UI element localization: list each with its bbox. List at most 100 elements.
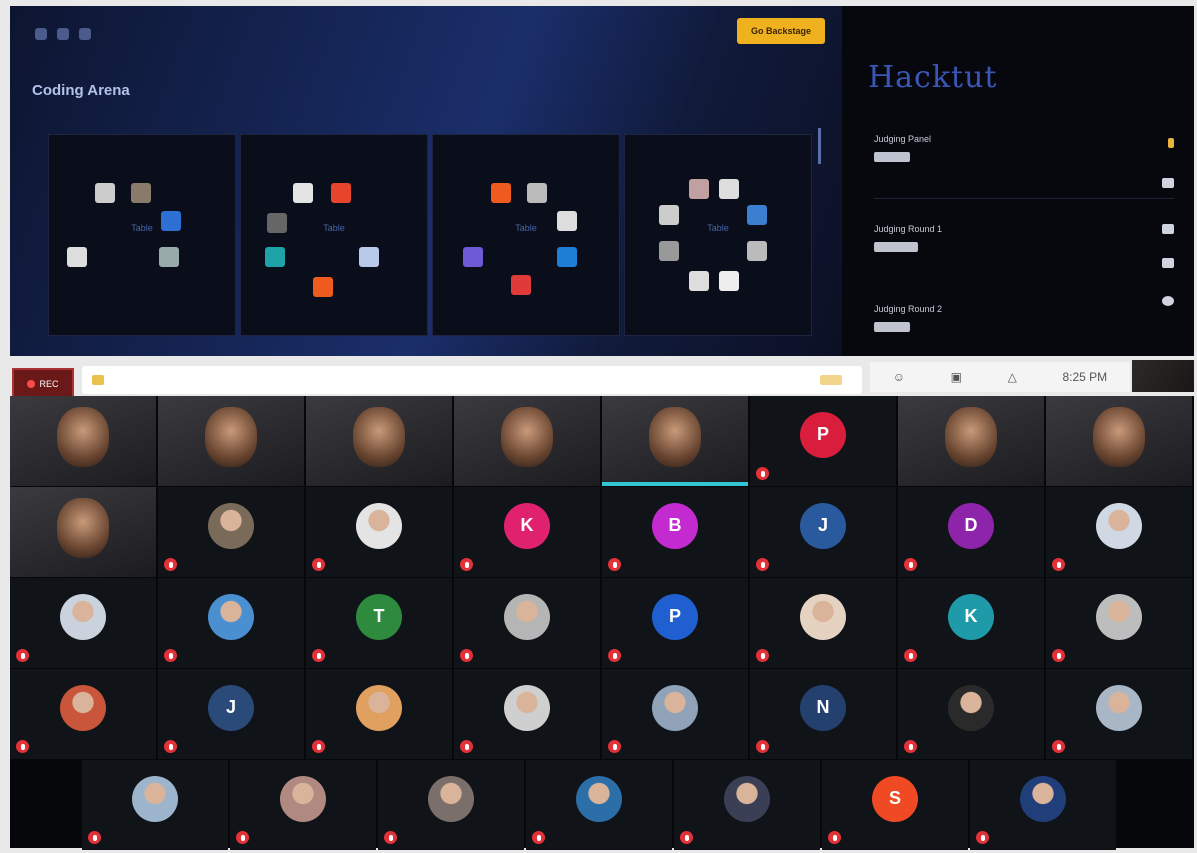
seat-avatar [67, 247, 87, 267]
room-4[interactable]: Table [624, 134, 812, 336]
participant-tile[interactable] [454, 396, 600, 486]
back-icon[interactable] [35, 28, 47, 40]
participant-label [1052, 558, 1188, 571]
status-badge [874, 242, 918, 252]
activities-icon[interactable]: △ [1008, 370, 1017, 384]
participant-tile[interactable]: K [454, 487, 600, 577]
seat-avatar [463, 247, 483, 267]
sidebar-section: Judging Round 1 [874, 224, 943, 234]
help-icon[interactable] [1162, 296, 1174, 306]
participant-tile[interactable] [898, 396, 1044, 486]
avatar [356, 502, 402, 549]
seat-avatar [491, 183, 511, 203]
muted-mic-icon [384, 831, 397, 844]
users-icon[interactable] [1162, 224, 1174, 234]
participant-tile[interactable]: N [750, 669, 896, 759]
participant-tile[interactable]: D [898, 487, 1044, 577]
participant-label [16, 740, 152, 753]
participant-tile[interactable] [602, 669, 748, 759]
room-1[interactable]: Table [48, 134, 236, 336]
seat-avatar [747, 205, 767, 225]
avatar [428, 775, 474, 822]
participant-label [608, 649, 744, 662]
participant-tile[interactable]: B [602, 487, 748, 577]
participant-tile[interactable] [10, 396, 156, 486]
participant-tile[interactable] [306, 396, 452, 486]
muted-mic-icon [680, 831, 693, 844]
participant-tile[interactable] [82, 760, 228, 850]
participant-tile[interactable]: P [602, 578, 748, 668]
participant-tile[interactable] [674, 760, 820, 850]
seat-avatar [557, 247, 577, 267]
participant-label [904, 740, 1040, 753]
participant-tile[interactable] [970, 760, 1116, 850]
participant-label [532, 831, 668, 844]
seat-avatar [159, 247, 179, 267]
participant-tile[interactable] [230, 760, 376, 850]
chat-icon[interactable] [1162, 258, 1174, 268]
participant-tile[interactable] [378, 760, 524, 850]
record-dot-icon [27, 380, 36, 388]
room-2[interactable]: Table [240, 134, 428, 336]
scrollbar-thumb[interactable] [818, 128, 821, 164]
sidebar-section: Judging Round 2 [874, 304, 943, 314]
avatar: P [800, 411, 846, 458]
muted-mic-icon [16, 649, 29, 662]
avatar [208, 502, 254, 549]
participant-tile[interactable] [1046, 487, 1192, 577]
participant-tile[interactable] [10, 669, 156, 759]
go-backstage-button[interactable]: Go Backstage [737, 18, 825, 44]
participant-tile[interactable]: J [158, 669, 304, 759]
menu-icon[interactable] [79, 28, 91, 40]
participant-video [501, 406, 553, 467]
participant-tile[interactable] [1046, 578, 1192, 668]
event-logo: Hacktut [868, 60, 998, 95]
seat-avatar [359, 247, 379, 267]
muted-mic-icon [756, 649, 769, 662]
participant-tile[interactable] [526, 760, 672, 850]
participant-tile[interactable] [10, 487, 156, 577]
participant-tile[interactable] [306, 487, 452, 577]
participant-label [608, 558, 744, 571]
chat-icon[interactable]: ▣ [951, 370, 962, 384]
participant-tile[interactable] [158, 396, 304, 486]
room-3[interactable]: Table [432, 134, 620, 336]
shield-icon[interactable] [1162, 178, 1174, 188]
participant-tile[interactable]: J [750, 487, 896, 577]
pin-icon[interactable] [1168, 138, 1174, 148]
status-badge [874, 322, 910, 332]
participant-video [57, 497, 109, 558]
avatar [60, 684, 106, 731]
avatar [504, 684, 550, 731]
participant-tile[interactable]: T [306, 578, 452, 668]
participant-label [904, 649, 1040, 662]
participant-tile[interactable] [750, 578, 896, 668]
participant-label [1052, 740, 1188, 753]
participant-tile[interactable] [306, 669, 452, 759]
participant-tile[interactable] [158, 578, 304, 668]
participant-tile[interactable]: P [750, 396, 896, 486]
avatar [576, 775, 622, 822]
people-icon[interactable]: ☺ [893, 370, 905, 384]
participant-tile[interactable] [454, 669, 600, 759]
muted-mic-icon [756, 467, 769, 480]
screen-share-banner [82, 366, 862, 394]
muted-mic-icon [904, 740, 917, 753]
seat-avatar [293, 183, 313, 203]
participant-tile[interactable] [1046, 669, 1192, 759]
participant-tile[interactable] [158, 487, 304, 577]
participant-tile[interactable] [898, 669, 1044, 759]
participant-tile[interactable] [454, 578, 600, 668]
participant-label [460, 558, 596, 571]
participant-label [976, 831, 1112, 844]
user-icon[interactable] [57, 28, 69, 40]
participant-tile[interactable]: K [898, 578, 1044, 668]
stop-sharing-button[interactable] [820, 375, 842, 385]
participant-tile[interactable] [602, 396, 748, 486]
avatar [724, 775, 770, 822]
participant-tile[interactable]: S [822, 760, 968, 850]
avatar: T [356, 593, 402, 640]
self-view-camera[interactable] [1132, 360, 1194, 392]
participant-tile[interactable] [10, 578, 156, 668]
participant-tile[interactable] [1046, 396, 1192, 486]
